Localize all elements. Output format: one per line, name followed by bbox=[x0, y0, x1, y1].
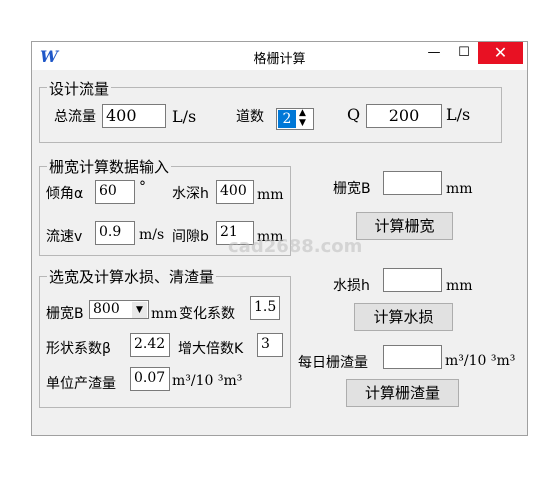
unit-slag-label: 单位产渣量 bbox=[46, 376, 116, 392]
total-flow-input[interactable]: 400 bbox=[102, 104, 166, 128]
unit-slag-input[interactable]: 0.07 bbox=[130, 367, 170, 391]
select-width-unit: mm bbox=[151, 306, 178, 322]
depth-unit: mm bbox=[257, 187, 284, 203]
depth-label: 水深h bbox=[172, 186, 209, 202]
slag-result-unit: m³/10 ³m³ bbox=[445, 353, 516, 369]
q-input[interactable]: 200 bbox=[366, 104, 442, 128]
coef-label: 变化系数 bbox=[179, 306, 235, 322]
depth-input[interactable]: 400 bbox=[216, 180, 254, 204]
angle-input[interactable]: 60 bbox=[95, 180, 135, 204]
calc-slag-button[interactable]: 计算栅渣量 bbox=[346, 379, 459, 407]
calc-width-button[interactable]: 计算栅宽 bbox=[356, 212, 453, 240]
coef-input[interactable]: 1.5 bbox=[250, 296, 280, 320]
maximize-button[interactable]: ☐ bbox=[448, 42, 480, 64]
slag-result-field[interactable] bbox=[383, 345, 442, 369]
spinner-up-icon[interactable]: ▲ bbox=[299, 109, 306, 118]
loss-input-legend: 选宽及计算水损、清渣量 bbox=[47, 266, 217, 287]
q-unit: L/s bbox=[446, 105, 471, 124]
width-result-field[interactable] bbox=[383, 171, 442, 195]
width-select[interactable]: 800 ▼ bbox=[89, 300, 149, 319]
loss-result-unit: mm bbox=[446, 278, 473, 294]
chevron-down-icon[interactable]: ▼ bbox=[132, 302, 147, 318]
total-flow-label: 总流量 bbox=[54, 109, 96, 125]
width-select-value: 800 bbox=[93, 301, 120, 317]
velocity-unit: m/s bbox=[139, 227, 165, 243]
q-label: Q bbox=[347, 105, 361, 124]
design-flow-legend: 设计流量 bbox=[47, 78, 112, 99]
loss-result-field[interactable] bbox=[383, 268, 442, 292]
title-bar: W 格栅计算 — ☐ ✕ bbox=[32, 42, 527, 70]
spinner-down-icon[interactable]: ▼ bbox=[299, 118, 306, 128]
velocity-label: 流速v bbox=[46, 229, 83, 245]
total-flow-unit: L/s bbox=[172, 107, 197, 126]
velocity-input[interactable]: 0.9 bbox=[95, 221, 135, 245]
width-result-label: 栅宽B bbox=[333, 181, 371, 197]
loss-result-label: 水损h bbox=[333, 278, 370, 294]
shape-input[interactable]: 2.42 bbox=[130, 333, 170, 357]
angle-unit: ° bbox=[139, 179, 146, 195]
channels-spinner[interactable]: 2 ▲ ▼ bbox=[276, 108, 314, 130]
channels-value: 2 bbox=[278, 110, 296, 128]
mult-label: 增大倍数K bbox=[178, 341, 244, 357]
unit-slag-unit: m³/10 ³m³ bbox=[172, 373, 243, 389]
minimize-button[interactable]: — bbox=[418, 42, 450, 64]
shape-label: 形状系数β bbox=[46, 341, 111, 357]
mult-input[interactable]: 3 bbox=[257, 333, 283, 357]
calc-loss-button[interactable]: 计算水损 bbox=[354, 303, 453, 331]
angle-label: 倾角α bbox=[46, 186, 84, 202]
slag-result-label: 每日栅渣量 bbox=[298, 355, 368, 371]
gap-label: 间隙b bbox=[172, 229, 209, 245]
width-result-unit: mm bbox=[446, 181, 473, 197]
width-input-legend: 栅宽计算数据输入 bbox=[47, 156, 172, 177]
watermark-text: cad2688.com bbox=[228, 236, 363, 257]
select-width-label: 栅宽B bbox=[46, 306, 84, 322]
channels-label: 道数 bbox=[236, 109, 264, 125]
close-button[interactable]: ✕ bbox=[478, 42, 523, 64]
